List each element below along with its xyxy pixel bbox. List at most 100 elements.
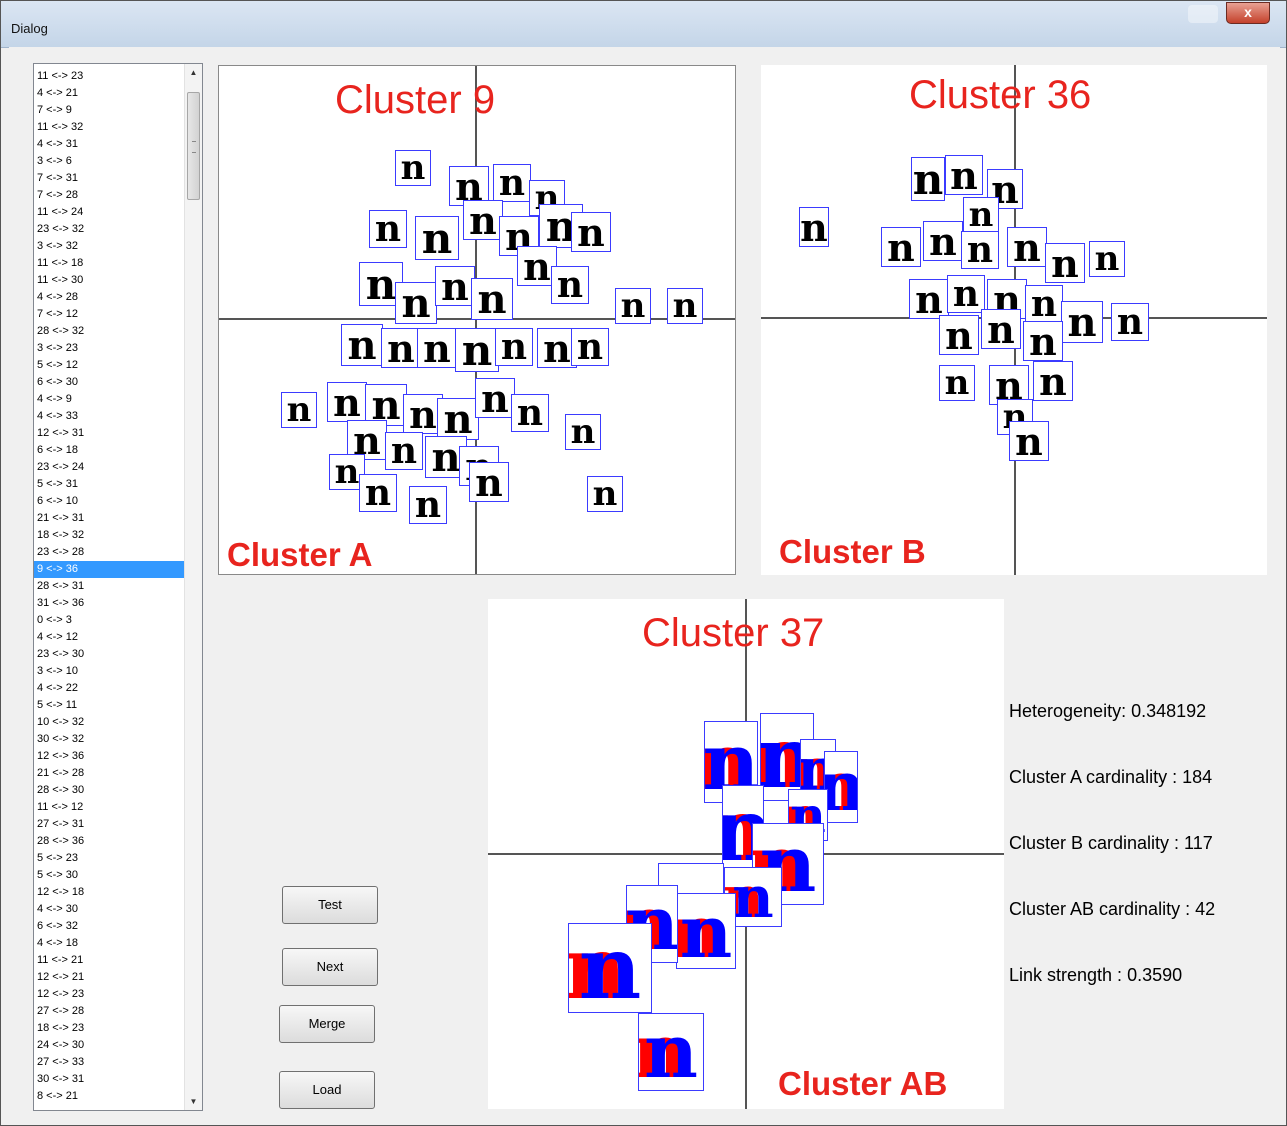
list-item[interactable]: 23 <-> 24: [34, 459, 184, 476]
list-item[interactable]: 11 <-> 12: [34, 799, 184, 816]
load-button[interactable]: Load: [279, 1071, 375, 1109]
list-item[interactable]: 12 <-> 18: [34, 884, 184, 901]
glyph-shape: n: [401, 282, 431, 324]
merge-button[interactable]: Merge: [279, 1005, 375, 1043]
list-item[interactable]: 11 <-> 21: [34, 952, 184, 969]
glyph-thumbnail: n: [939, 365, 975, 401]
list-item[interactable]: 6 <-> 18: [34, 442, 184, 459]
list-item[interactable]: 11 <-> 18: [34, 255, 184, 272]
glyph-thumbnail: n: [961, 231, 999, 269]
glyph-thumbnail: n: [341, 324, 383, 366]
list-item[interactable]: 11 <-> 24: [34, 204, 184, 221]
list-item[interactable]: 7 <-> 28: [34, 187, 184, 204]
glyph-shape: n: [441, 266, 469, 306]
list-item[interactable]: 7 <-> 12: [34, 306, 184, 323]
list-item[interactable]: 4 <-> 31: [34, 136, 184, 153]
list-item[interactable]: 28 <-> 36: [34, 833, 184, 850]
scroll-down-arrow-icon[interactable]: ▼: [185, 1093, 202, 1110]
list-item[interactable]: 18 <-> 32: [34, 527, 184, 544]
list-item[interactable]: 4 <-> 22: [34, 680, 184, 697]
list-item[interactable]: 27 <-> 33: [34, 1054, 184, 1071]
list-item[interactable]: 27 <-> 31: [34, 816, 184, 833]
list-item[interactable]: 5 <-> 11: [34, 697, 184, 714]
list-item[interactable]: 4 <-> 21: [34, 85, 184, 102]
glyph-shape: n: [1029, 321, 1057, 361]
glyph-thumbnail: n: [923, 221, 963, 261]
list-item[interactable]: 27 <-> 28: [34, 1003, 184, 1020]
list-item[interactable]: 30 <-> 31: [34, 1071, 184, 1088]
glyph-thumbnail: n: [327, 382, 367, 422]
list-item[interactable]: 28 <-> 32: [34, 323, 184, 340]
list-item[interactable]: 7 <-> 9: [34, 102, 184, 119]
list-item[interactable]: 11 <-> 23: [34, 68, 184, 85]
list-scrollbar[interactable]: ▲ ▼: [184, 64, 202, 1110]
list-item[interactable]: 24 <-> 30: [34, 1037, 184, 1054]
list-item[interactable]: 23 <-> 28: [34, 544, 184, 561]
list-item[interactable]: 3 <-> 10: [34, 663, 184, 680]
glyph-thumbnail: n: [511, 394, 549, 432]
list-item[interactable]: 0 <-> 3: [34, 612, 184, 629]
list-item[interactable]: 4 <-> 18: [34, 935, 184, 952]
list-item[interactable]: 8 <-> 21: [34, 1088, 184, 1105]
list-item[interactable]: 31 <-> 36: [34, 595, 184, 612]
list-item[interactable]: 12 <-> 31: [34, 425, 184, 442]
glyph-shape: n: [286, 392, 312, 428]
glyph-shape: n: [423, 328, 451, 368]
list-item[interactable]: 5 <-> 23: [34, 850, 184, 867]
list-item[interactable]: 4 <-> 28: [34, 289, 184, 306]
list-item[interactable]: 23 <-> 30: [34, 646, 184, 663]
next-button[interactable]: Next: [282, 948, 378, 986]
glyph-thumbnail: n: [369, 210, 407, 248]
list-item[interactable]: 28 <-> 31: [34, 578, 184, 595]
link-strength-text: Link strength : 0.3590: [1009, 965, 1183, 985]
list-item[interactable]: 5 <-> 12: [34, 357, 184, 374]
list-item[interactable]: 30 <-> 32: [34, 731, 184, 748]
test-button[interactable]: Test: [282, 886, 378, 924]
list-item[interactable]: 4 <-> 9: [34, 391, 184, 408]
list-item[interactable]: 23 <-> 32: [34, 221, 184, 238]
glyph-shape: n: [390, 432, 418, 470]
glyph-thumbnail: n: [1111, 303, 1149, 341]
list-item[interactable]: 7 <-> 31: [34, 170, 184, 187]
glyph-thumbnail: n: [417, 328, 457, 368]
list-item[interactable]: 11 <-> 32: [34, 119, 184, 136]
list-item[interactable]: 12 <-> 36: [34, 748, 184, 765]
glyph-shape: n: [576, 328, 604, 366]
cluster-a-label: Cluster A: [227, 536, 373, 573]
list-item[interactable]: 10 <-> 32: [34, 714, 184, 731]
glyph-shape: n: [1094, 241, 1120, 277]
glyph-thumbnail: n: [615, 288, 651, 324]
glyph-thumbnail: n: [587, 476, 623, 512]
list-item[interactable]: 21 <-> 28: [34, 765, 184, 782]
list-item[interactable]: 5 <-> 31: [34, 476, 184, 493]
list-item[interactable]: 3 <-> 6: [34, 153, 184, 170]
glyph-shape: n: [966, 231, 994, 269]
glyph-shape: n: [461, 328, 493, 372]
pair-listbox[interactable]: 11 <-> 23 4 <-> 21 7 <-> 9 11 <-> 32 4 <-> 3…: [33, 63, 203, 1111]
list-item[interactable]: 9 <-> 36: [34, 561, 184, 578]
glyph-thumbnail: n: [385, 432, 423, 470]
glyph-thumbnail: n: [455, 328, 499, 372]
glyph-thumbnail: n: [981, 309, 1021, 349]
list-item[interactable]: 21 <-> 31: [34, 510, 184, 527]
list-item[interactable]: 12 <-> 23: [34, 986, 184, 1003]
close-button[interactable]: x: [1226, 2, 1270, 24]
list-item[interactable]: 3 <-> 23: [34, 340, 184, 357]
scroll-up-arrow-icon[interactable]: ▲: [185, 64, 202, 81]
list-item[interactable]: 6 <-> 10: [34, 493, 184, 510]
title-bar[interactable]: Dialog x: [1, 1, 1286, 48]
glyph-thumbnail: n: [565, 414, 601, 450]
list-item[interactable]: 12 <-> 21: [34, 969, 184, 986]
glyph-thumbnail: n: [1033, 361, 1073, 401]
list-item[interactable]: 6 <-> 30: [34, 374, 184, 391]
list-item[interactable]: 4 <-> 30: [34, 901, 184, 918]
list-item[interactable]: 4 <-> 12: [34, 629, 184, 646]
list-item[interactable]: 11 <-> 30: [34, 272, 184, 289]
list-item[interactable]: 28 <-> 30: [34, 782, 184, 799]
list-item[interactable]: 18 <-> 23: [34, 1020, 184, 1037]
scroll-thumb[interactable]: [187, 92, 200, 200]
list-item[interactable]: 6 <-> 32: [34, 918, 184, 935]
list-item[interactable]: 4 <-> 33: [34, 408, 184, 425]
list-item[interactable]: 5 <-> 30: [34, 867, 184, 884]
list-item[interactable]: 3 <-> 32: [34, 238, 184, 255]
